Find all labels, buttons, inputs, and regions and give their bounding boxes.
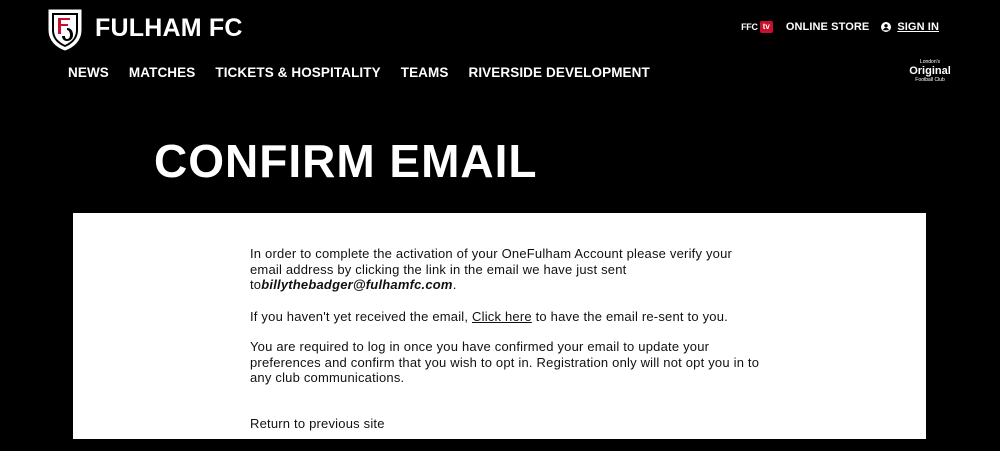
- londons-original-tagline: London's Original Football Club: [907, 60, 953, 83]
- opt-in-info-paragraph: You are required to log in once you have…: [250, 339, 760, 385]
- sign-in-label: SIGN IN: [897, 21, 939, 33]
- brand-name[interactable]: FULHAM FC: [95, 13, 243, 43]
- return-to-previous-site-link[interactable]: Return to previous site: [250, 416, 385, 431]
- activation-paragraph: In order to complete the activation of y…: [250, 246, 760, 293]
- activation-end: .: [452, 277, 457, 292]
- resend-paragraph: If you haven't yet received the email, C…: [250, 309, 760, 325]
- page-title: CONFIRM EMAIL: [154, 135, 538, 187]
- online-store-link[interactable]: ONLINE STORE: [786, 21, 870, 33]
- nav-item-teams[interactable]: TEAMS: [401, 65, 449, 81]
- resend-text-before: If you haven't yet received the email,: [250, 308, 473, 324]
- user-icon: [881, 22, 892, 32]
- nav-item-news[interactable]: NEWS: [68, 65, 109, 81]
- main-navigation: NEWS MATCHES TICKETS & HOSPITALITY TEAMS…: [68, 65, 670, 81]
- nav-item-matches[interactable]: MATCHES: [129, 65, 195, 81]
- tv-badge: tv: [759, 21, 773, 33]
- ffc-tv-link[interactable]: FFC tv: [741, 21, 773, 33]
- nav-item-riverside-development[interactable]: RIVERSIDE DEVELOPMENT: [468, 65, 649, 81]
- confirm-email-message: In order to complete the activation of y…: [250, 246, 760, 431]
- tagline-bottom: Football Club: [915, 77, 945, 83]
- sign-in-link[interactable]: SIGN IN: [881, 21, 939, 33]
- fulham-crest-logo[interactable]: [47, 8, 83, 52]
- email-address: billythebadger@fulhamfc.com: [261, 277, 453, 292]
- resend-text-after: to have the email re-sent to you.: [531, 308, 728, 324]
- resend-email-link[interactable]: Click here: [472, 309, 532, 324]
- tagline-main: Original: [909, 65, 951, 77]
- top-utility-bar: FFC tv ONLINE STORE SIGN IN: [741, 17, 939, 37]
- nav-item-tickets-hospitality[interactable]: TICKETS & HOSPITALITY: [215, 65, 380, 81]
- ffc-tv-label: FFC: [741, 22, 758, 32]
- return-paragraph: Return to previous site: [250, 416, 760, 432]
- page: FULHAM FC FFC tv ONLINE STORE SIGN IN NE…: [0, 0, 1000, 451]
- content-panel: In order to complete the activation of y…: [73, 213, 926, 439]
